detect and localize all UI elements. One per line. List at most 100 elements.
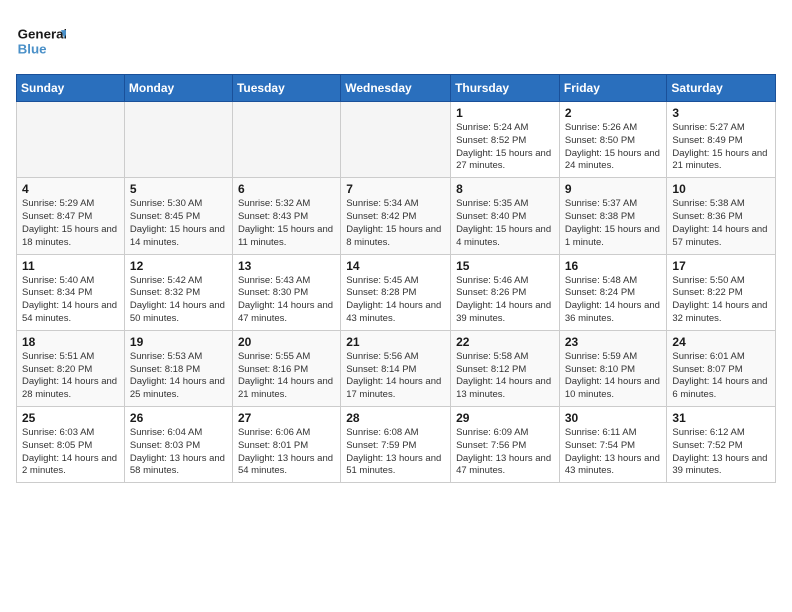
day-number: 24 xyxy=(672,335,770,349)
calendar-cell: 16 Sunrise: 5:48 AM Sunset: 8:24 PM Dayl… xyxy=(559,254,667,330)
day-number: 12 xyxy=(130,259,227,273)
svg-text:Blue: Blue xyxy=(18,42,47,57)
cell-info: Sunrise: 5:56 AM Sunset: 8:14 PM Dayligh… xyxy=(346,351,445,402)
calendar-cell: 12 Sunrise: 5:42 AM Sunset: 8:32 PM Dayl… xyxy=(124,254,232,330)
cell-info: Sunrise: 5:24 AM Sunset: 8:52 PM Dayligh… xyxy=(456,122,554,173)
cell-info: Sunrise: 5:35 AM Sunset: 8:40 PM Dayligh… xyxy=(456,198,554,249)
calendar-cell xyxy=(17,102,125,178)
calendar-cell: 26 Sunrise: 6:04 AM Sunset: 8:03 PM Dayl… xyxy=(124,407,232,483)
cell-info: Sunrise: 6:06 AM Sunset: 8:01 PM Dayligh… xyxy=(238,427,335,478)
day-number: 19 xyxy=(130,335,227,349)
calendar-cell xyxy=(124,102,232,178)
day-number: 2 xyxy=(565,106,662,120)
day-number: 31 xyxy=(672,411,770,425)
cell-info: Sunrise: 5:30 AM Sunset: 8:45 PM Dayligh… xyxy=(130,198,227,249)
calendar-cell xyxy=(232,102,340,178)
day-of-week-header: Monday xyxy=(124,75,232,102)
day-of-week-header: Tuesday xyxy=(232,75,340,102)
day-number: 26 xyxy=(130,411,227,425)
page-header: General Blue xyxy=(16,16,776,66)
calendar-cell: 21 Sunrise: 5:56 AM Sunset: 8:14 PM Dayl… xyxy=(341,330,451,406)
svg-text:General: General xyxy=(18,27,66,42)
cell-info: Sunrise: 5:29 AM Sunset: 8:47 PM Dayligh… xyxy=(22,198,119,249)
cell-info: Sunrise: 5:46 AM Sunset: 8:26 PM Dayligh… xyxy=(456,275,554,326)
calendar-header-row: SundayMondayTuesdayWednesdayThursdayFrid… xyxy=(17,75,776,102)
calendar-week-row: 18 Sunrise: 5:51 AM Sunset: 8:20 PM Dayl… xyxy=(17,330,776,406)
day-number: 23 xyxy=(565,335,662,349)
cell-info: Sunrise: 5:58 AM Sunset: 8:12 PM Dayligh… xyxy=(456,351,554,402)
day-number: 21 xyxy=(346,335,445,349)
cell-info: Sunrise: 6:09 AM Sunset: 7:56 PM Dayligh… xyxy=(456,427,554,478)
calendar-week-row: 1 Sunrise: 5:24 AM Sunset: 8:52 PM Dayli… xyxy=(17,102,776,178)
calendar-cell: 20 Sunrise: 5:55 AM Sunset: 8:16 PM Dayl… xyxy=(232,330,340,406)
day-number: 29 xyxy=(456,411,554,425)
calendar-cell: 19 Sunrise: 5:53 AM Sunset: 8:18 PM Dayl… xyxy=(124,330,232,406)
day-number: 20 xyxy=(238,335,335,349)
logo: General Blue xyxy=(16,16,66,66)
cell-info: Sunrise: 5:51 AM Sunset: 8:20 PM Dayligh… xyxy=(22,351,119,402)
day-number: 28 xyxy=(346,411,445,425)
day-number: 4 xyxy=(22,182,119,196)
day-number: 6 xyxy=(238,182,335,196)
day-of-week-header: Saturday xyxy=(667,75,776,102)
day-number: 10 xyxy=(672,182,770,196)
calendar-cell: 3 Sunrise: 5:27 AM Sunset: 8:49 PM Dayli… xyxy=(667,102,776,178)
cell-info: Sunrise: 5:48 AM Sunset: 8:24 PM Dayligh… xyxy=(565,275,662,326)
cell-info: Sunrise: 5:43 AM Sunset: 8:30 PM Dayligh… xyxy=(238,275,335,326)
cell-info: Sunrise: 5:53 AM Sunset: 8:18 PM Dayligh… xyxy=(130,351,227,402)
cell-info: Sunrise: 6:01 AM Sunset: 8:07 PM Dayligh… xyxy=(672,351,770,402)
cell-info: Sunrise: 5:40 AM Sunset: 8:34 PM Dayligh… xyxy=(22,275,119,326)
cell-info: Sunrise: 5:55 AM Sunset: 8:16 PM Dayligh… xyxy=(238,351,335,402)
calendar-week-row: 25 Sunrise: 6:03 AM Sunset: 8:05 PM Dayl… xyxy=(17,407,776,483)
cell-info: Sunrise: 6:08 AM Sunset: 7:59 PM Dayligh… xyxy=(346,427,445,478)
day-number: 18 xyxy=(22,335,119,349)
day-number: 3 xyxy=(672,106,770,120)
calendar-cell: 9 Sunrise: 5:37 AM Sunset: 8:38 PM Dayli… xyxy=(559,178,667,254)
day-number: 30 xyxy=(565,411,662,425)
calendar-cell: 6 Sunrise: 5:32 AM Sunset: 8:43 PM Dayli… xyxy=(232,178,340,254)
cell-info: Sunrise: 6:03 AM Sunset: 8:05 PM Dayligh… xyxy=(22,427,119,478)
day-number: 8 xyxy=(456,182,554,196)
calendar-cell: 14 Sunrise: 5:45 AM Sunset: 8:28 PM Dayl… xyxy=(341,254,451,330)
day-number: 16 xyxy=(565,259,662,273)
day-number: 13 xyxy=(238,259,335,273)
calendar-cell: 10 Sunrise: 5:38 AM Sunset: 8:36 PM Dayl… xyxy=(667,178,776,254)
calendar-cell: 24 Sunrise: 6:01 AM Sunset: 8:07 PM Dayl… xyxy=(667,330,776,406)
cell-info: Sunrise: 6:12 AM Sunset: 7:52 PM Dayligh… xyxy=(672,427,770,478)
day-number: 14 xyxy=(346,259,445,273)
day-number: 27 xyxy=(238,411,335,425)
day-number: 9 xyxy=(565,182,662,196)
cell-info: Sunrise: 5:50 AM Sunset: 8:22 PM Dayligh… xyxy=(672,275,770,326)
calendar-cell: 8 Sunrise: 5:35 AM Sunset: 8:40 PM Dayli… xyxy=(451,178,560,254)
day-of-week-header: Sunday xyxy=(17,75,125,102)
calendar-week-row: 11 Sunrise: 5:40 AM Sunset: 8:34 PM Dayl… xyxy=(17,254,776,330)
cell-info: Sunrise: 5:38 AM Sunset: 8:36 PM Dayligh… xyxy=(672,198,770,249)
calendar-cell: 1 Sunrise: 5:24 AM Sunset: 8:52 PM Dayli… xyxy=(451,102,560,178)
day-of-week-header: Thursday xyxy=(451,75,560,102)
calendar-cell: 13 Sunrise: 5:43 AM Sunset: 8:30 PM Dayl… xyxy=(232,254,340,330)
cell-info: Sunrise: 5:45 AM Sunset: 8:28 PM Dayligh… xyxy=(346,275,445,326)
day-of-week-header: Wednesday xyxy=(341,75,451,102)
day-number: 22 xyxy=(456,335,554,349)
day-of-week-header: Friday xyxy=(559,75,667,102)
calendar-cell: 28 Sunrise: 6:08 AM Sunset: 7:59 PM Dayl… xyxy=(341,407,451,483)
calendar-table: SundayMondayTuesdayWednesdayThursdayFrid… xyxy=(16,74,776,483)
calendar-cell: 29 Sunrise: 6:09 AM Sunset: 7:56 PM Dayl… xyxy=(451,407,560,483)
calendar-cell: 15 Sunrise: 5:46 AM Sunset: 8:26 PM Dayl… xyxy=(451,254,560,330)
calendar-cell: 5 Sunrise: 5:30 AM Sunset: 8:45 PM Dayli… xyxy=(124,178,232,254)
calendar-cell xyxy=(341,102,451,178)
cell-info: Sunrise: 5:27 AM Sunset: 8:49 PM Dayligh… xyxy=(672,122,770,173)
day-number: 11 xyxy=(22,259,119,273)
calendar-cell: 17 Sunrise: 5:50 AM Sunset: 8:22 PM Dayl… xyxy=(667,254,776,330)
calendar-cell: 27 Sunrise: 6:06 AM Sunset: 8:01 PM Dayl… xyxy=(232,407,340,483)
logo-svg: General Blue xyxy=(16,16,66,66)
day-number: 1 xyxy=(456,106,554,120)
calendar-cell: 22 Sunrise: 5:58 AM Sunset: 8:12 PM Dayl… xyxy=(451,330,560,406)
cell-info: Sunrise: 6:11 AM Sunset: 7:54 PM Dayligh… xyxy=(565,427,662,478)
calendar-cell: 31 Sunrise: 6:12 AM Sunset: 7:52 PM Dayl… xyxy=(667,407,776,483)
day-number: 7 xyxy=(346,182,445,196)
calendar-cell: 23 Sunrise: 5:59 AM Sunset: 8:10 PM Dayl… xyxy=(559,330,667,406)
calendar-cell: 18 Sunrise: 5:51 AM Sunset: 8:20 PM Dayl… xyxy=(17,330,125,406)
day-number: 5 xyxy=(130,182,227,196)
calendar-cell: 11 Sunrise: 5:40 AM Sunset: 8:34 PM Dayl… xyxy=(17,254,125,330)
